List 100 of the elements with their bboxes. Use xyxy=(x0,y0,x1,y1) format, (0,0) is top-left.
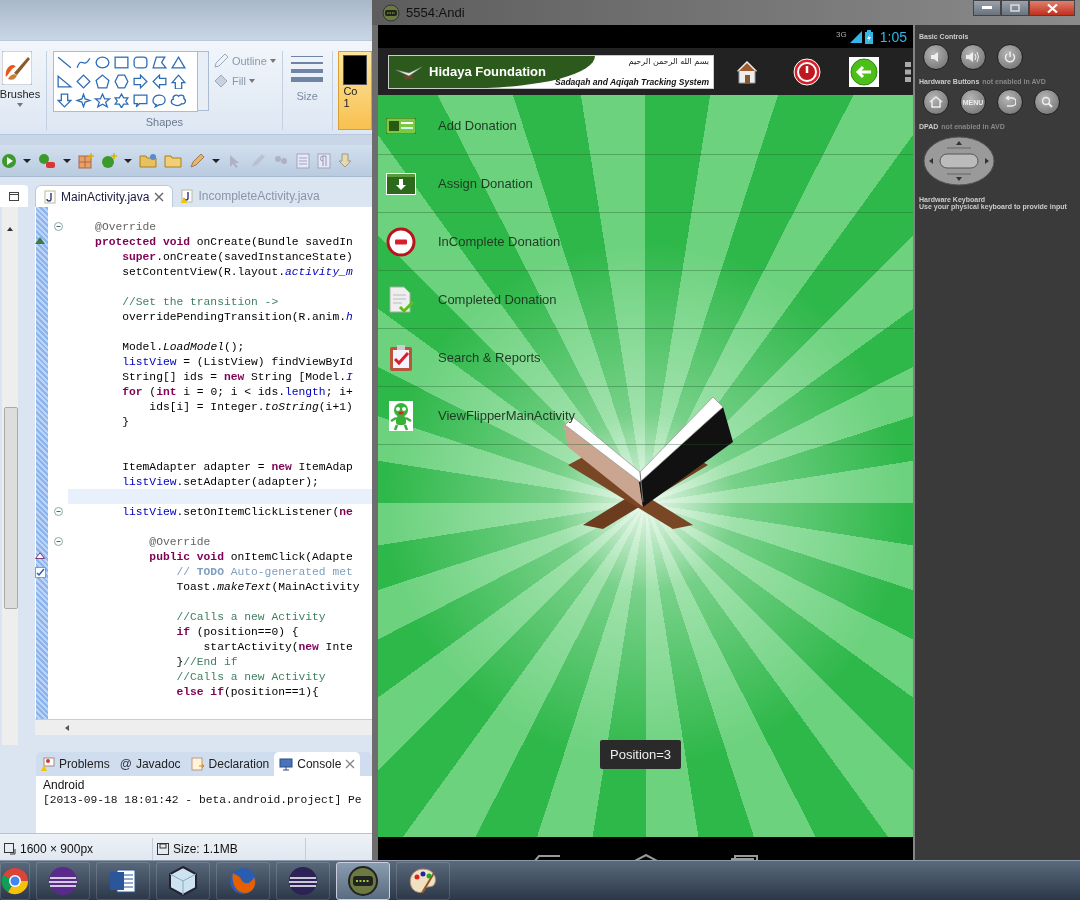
right-triangle-shape-icon[interactable] xyxy=(55,74,73,89)
code-line: //Calls a new Activity xyxy=(175,670,326,683)
search-icon xyxy=(1041,96,1053,108)
left-arrow-shape-icon[interactable] xyxy=(150,74,168,89)
home-icon[interactable] xyxy=(736,59,758,84)
horizontal-scrollbar[interactable] xyxy=(35,719,372,735)
caret-icon[interactable] xyxy=(212,158,220,163)
money-icon xyxy=(386,117,416,134)
fold-toggle-icon[interactable] xyxy=(53,222,63,231)
window-title: 5554:Andi xyxy=(406,5,465,20)
class-plus-icon[interactable] xyxy=(101,152,117,169)
right-arrow-shape-icon[interactable] xyxy=(131,74,149,89)
implements-marker-icon[interactable] xyxy=(35,551,45,559)
brushes-label[interactable]: Brushes xyxy=(0,88,41,100)
code-line: String[] ids = new String [Model.I xyxy=(121,370,353,383)
volume-down-button[interactable] xyxy=(923,44,949,70)
paintbrush-icon[interactable] xyxy=(2,51,32,85)
undo-arrow-icon xyxy=(1004,96,1016,108)
panel-tab[interactable]: @ Javadoc xyxy=(114,752,186,776)
close-icon[interactable] xyxy=(345,759,356,769)
home-button[interactable] xyxy=(923,89,949,115)
maximize-button[interactable] xyxy=(1001,0,1029,16)
cloud-callout-shape-icon[interactable] xyxy=(169,93,187,108)
hexagon-shape-icon[interactable] xyxy=(112,74,130,89)
oval-callout-shape-icon[interactable] xyxy=(150,93,168,108)
line-size-icon[interactable] xyxy=(290,54,325,82)
debug-run-icon[interactable] xyxy=(38,152,56,169)
fox-globe-icon xyxy=(229,867,257,895)
android-emulator-icon xyxy=(348,866,378,896)
fold-toggle-icon[interactable] xyxy=(53,507,63,516)
document-check-icon xyxy=(386,285,416,314)
four-point-star-shape-icon[interactable] xyxy=(74,93,92,108)
color-swatch xyxy=(343,55,368,85)
panel-tab[interactable]: Problems xyxy=(36,752,115,776)
star-shape-icon[interactable] xyxy=(93,93,111,108)
color-1-button[interactable]: Co 1 xyxy=(338,51,372,130)
chrome-style-icon xyxy=(1,867,29,895)
task-marker-icon[interactable] xyxy=(35,566,46,578)
code-line: for (int i = 0; i < ids.length; i+ xyxy=(121,385,353,398)
dpad-control[interactable] xyxy=(923,136,995,186)
caret-icon[interactable] xyxy=(23,158,31,163)
menu-list-item[interactable]: Completed Donation xyxy=(378,271,913,329)
override-marker-icon[interactable] xyxy=(35,236,45,244)
recent-apps-icon[interactable] xyxy=(730,854,759,862)
home-icon xyxy=(929,96,943,108)
pen-icon[interactable] xyxy=(189,152,205,169)
triangle-shape-icon[interactable] xyxy=(169,55,187,70)
editor-tab[interactable]: MainActivity.java xyxy=(35,185,174,207)
overflow-menu-icon[interactable] xyxy=(905,61,911,82)
code-line: listView.setOnItemClickListener(ne xyxy=(121,505,353,518)
line-shape-icon[interactable] xyxy=(55,55,73,70)
up-arrow-shape-icon[interactable] xyxy=(169,74,187,89)
paint-bucket-icon xyxy=(212,73,229,89)
code-line: protected void onCreate(Bundle savedIn xyxy=(94,235,353,248)
pentagon-shape-icon[interactable] xyxy=(93,74,111,89)
code-line: super.onCreate(savedInstanceState) xyxy=(121,250,353,263)
panel-tab[interactable]: Declaration xyxy=(185,752,275,776)
signal-icon xyxy=(849,30,862,43)
app-title: Hidaya Foundation xyxy=(429,64,546,79)
back-button[interactable] xyxy=(997,89,1023,115)
minus-circle-icon xyxy=(386,226,416,257)
power-button[interactable] xyxy=(997,44,1023,70)
close-icon[interactable] xyxy=(154,191,165,202)
menu-list-item[interactable]: ViewFlipperMainActivity xyxy=(378,387,913,445)
code-line: ids[i] = Integer.toString(i+1) xyxy=(148,400,353,413)
caret-icon[interactable] xyxy=(124,158,132,163)
grid-plus-icon[interactable] xyxy=(78,152,94,169)
polygon-shape-icon[interactable] xyxy=(150,55,168,70)
taskbar-button[interactable] xyxy=(336,862,390,900)
panel-tab[interactable]: Console xyxy=(274,752,361,776)
back-icon[interactable] xyxy=(532,854,561,862)
oval-shape-icon[interactable] xyxy=(93,55,111,70)
back-arrow-icon[interactable] xyxy=(849,56,879,87)
striped-sphere-icon xyxy=(288,866,318,896)
code-line: startActivity(new Inte xyxy=(202,640,353,653)
power-icon[interactable] xyxy=(793,57,821,86)
group-label: Shapes xyxy=(145,116,183,128)
code-line: overridePendingTransition(R.anim.h xyxy=(121,310,353,323)
menu-list-item[interactable]: Assign Donation xyxy=(378,155,913,213)
rounded-rectangle-shape-icon[interactable] xyxy=(131,55,149,70)
menu-list-item[interactable]: InComplete Donation xyxy=(378,213,913,271)
minimize-button[interactable] xyxy=(973,0,1001,16)
vertical-scrollbar[interactable] xyxy=(2,207,18,745)
menu-list-item[interactable]: Add Donation xyxy=(378,97,913,155)
menu-list-item[interactable]: Search & Reports xyxy=(378,329,913,387)
six-point-star-shape-icon[interactable] xyxy=(112,93,130,108)
caret-icon[interactable] xyxy=(63,158,71,163)
curve-shape-icon[interactable] xyxy=(74,55,92,70)
problems-icon xyxy=(41,757,55,771)
diamond-shape-icon[interactable] xyxy=(74,74,92,89)
fold-toggle-icon[interactable] xyxy=(53,537,63,546)
cube-icon xyxy=(169,866,197,896)
search-button[interactable] xyxy=(1034,89,1060,115)
close-button[interactable] xyxy=(1029,0,1075,16)
run-icon[interactable] xyxy=(2,153,16,168)
rectangle-callout-shape-icon[interactable] xyxy=(131,93,149,108)
volume-up-button[interactable] xyxy=(960,44,986,70)
maximize-icon[interactable] xyxy=(9,191,19,201)
down-arrow-shape-icon[interactable] xyxy=(55,93,73,108)
rectangle-shape-icon[interactable] xyxy=(112,55,130,70)
